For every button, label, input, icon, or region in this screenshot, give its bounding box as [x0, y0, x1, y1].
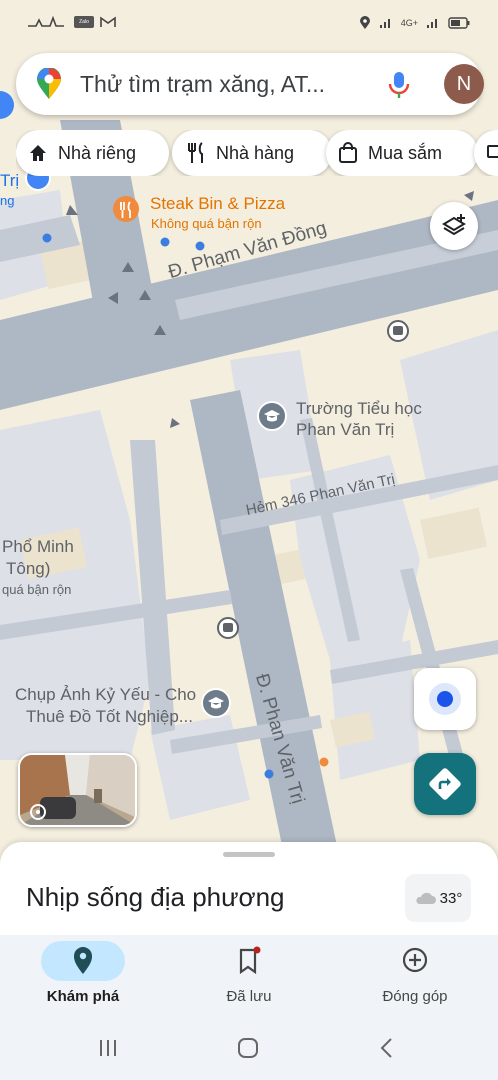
search-bar[interactable]: Thử tìm trạm xăng, AT... N	[16, 53, 484, 115]
poi-pho-line1[interactable]: Phổ Minh	[2, 536, 74, 558]
restaurant-icon	[188, 142, 203, 163]
street-view-thumbnail[interactable]	[18, 753, 137, 827]
account-avatar[interactable]: N	[444, 64, 484, 104]
nav-contribute[interactable]: Đóng góp	[332, 935, 498, 1020]
system-navigation-bar	[0, 1020, 498, 1080]
nav-explore[interactable]: Khám phá	[0, 935, 166, 1020]
network-type-label: 4G+	[400, 18, 418, 28]
sheet-title: Nhịp sống địa phương	[26, 882, 285, 912]
battery-icon	[448, 17, 470, 29]
poi-pho-line2[interactable]: Tông)	[6, 558, 50, 580]
bottom-navigation: Khám phá Đã lưu Đóng góp	[0, 935, 498, 1020]
signal-activity-icon	[28, 16, 64, 27]
home-nav-icon[interactable]	[236, 1036, 260, 1060]
poi-school-name-line2[interactable]: Phan Văn Trị	[296, 419, 394, 441]
chip-shopping-label: Mua sắm	[368, 142, 443, 163]
poi-school-name-line1[interactable]: Trường Tiểu học	[296, 398, 422, 420]
recent-apps-icon[interactable]	[96, 1036, 120, 1060]
nav-contribute-label: Đóng góp	[382, 988, 448, 1005]
weather-temperature: 33°	[439, 889, 463, 907]
chip-home-label: Nhà riêng	[58, 142, 137, 163]
back-icon[interactable]	[376, 1036, 400, 1060]
chip-restaurants-label: Nhà hàng	[216, 142, 295, 163]
nav-saved[interactable]: Đã lưu	[166, 935, 332, 1020]
category-chips: Nhà riêng Nhà hàng Mua sắm	[16, 130, 498, 176]
add-circle-icon	[403, 947, 427, 973]
microphone-icon[interactable]	[386, 70, 412, 100]
shopping-bag-icon	[339, 142, 357, 163]
chip-home[interactable]: Nhà riêng	[16, 130, 169, 176]
poi-photo-line1[interactable]: Chụp Ảnh Kỷ Yếu - Cho	[15, 684, 196, 706]
gmail-notification-icon	[100, 16, 116, 27]
explore-pin-icon	[74, 947, 92, 974]
cell-signal-icon	[379, 19, 390, 28]
current-location-dot-icon	[437, 691, 453, 707]
explore-bottom-sheet[interactable]: Nhịp sống địa phương 33°	[0, 842, 498, 942]
layers-icon	[442, 214, 466, 236]
map-canvas[interactable]: Steak Bin & Pizza Không quá bận rộn Trườ…	[0, 0, 498, 860]
location-status-icon	[359, 16, 370, 29]
my-location-button[interactable]	[414, 668, 476, 730]
poi-steak-bin-busyness: Không quá bận rộn	[151, 216, 262, 231]
search-input[interactable]: Thử tìm trạm xăng, AT...	[80, 71, 370, 98]
cell-signal-2-icon	[427, 19, 437, 28]
poi-steak-bin-title[interactable]: Steak Bin & Pizza	[150, 193, 285, 215]
nav-saved-label: Đã lưu	[226, 988, 272, 1005]
chip-more[interactable]	[474, 130, 498, 176]
directions-button[interactable]	[414, 753, 476, 815]
sheet-drag-handle[interactable]	[223, 852, 275, 857]
chip-shopping[interactable]: Mua sắm	[326, 130, 478, 176]
chip-restaurants[interactable]: Nhà hàng	[172, 130, 332, 176]
poi-pho-busyness: quá bận rộn	[2, 582, 72, 597]
poi-photo-line2[interactable]: Thuê Đồ Tốt Nghiệp...	[26, 706, 193, 728]
bookmark-icon	[239, 946, 261, 975]
device-icon	[487, 145, 498, 158]
nav-explore-label: Khám phá	[46, 988, 120, 1005]
weather-chip[interactable]: 33°	[405, 874, 471, 922]
home-icon	[30, 145, 46, 161]
layers-button[interactable]	[430, 202, 478, 250]
poi-top-left-line2[interactable]: ng	[0, 190, 14, 212]
cloud-icon	[416, 892, 436, 904]
directions-icon	[429, 768, 461, 800]
google-maps-pin-icon	[37, 68, 61, 99]
zalo-notification-icon: Zalo	[74, 16, 94, 28]
status-bar: Zalo 4G+	[0, 0, 498, 44]
